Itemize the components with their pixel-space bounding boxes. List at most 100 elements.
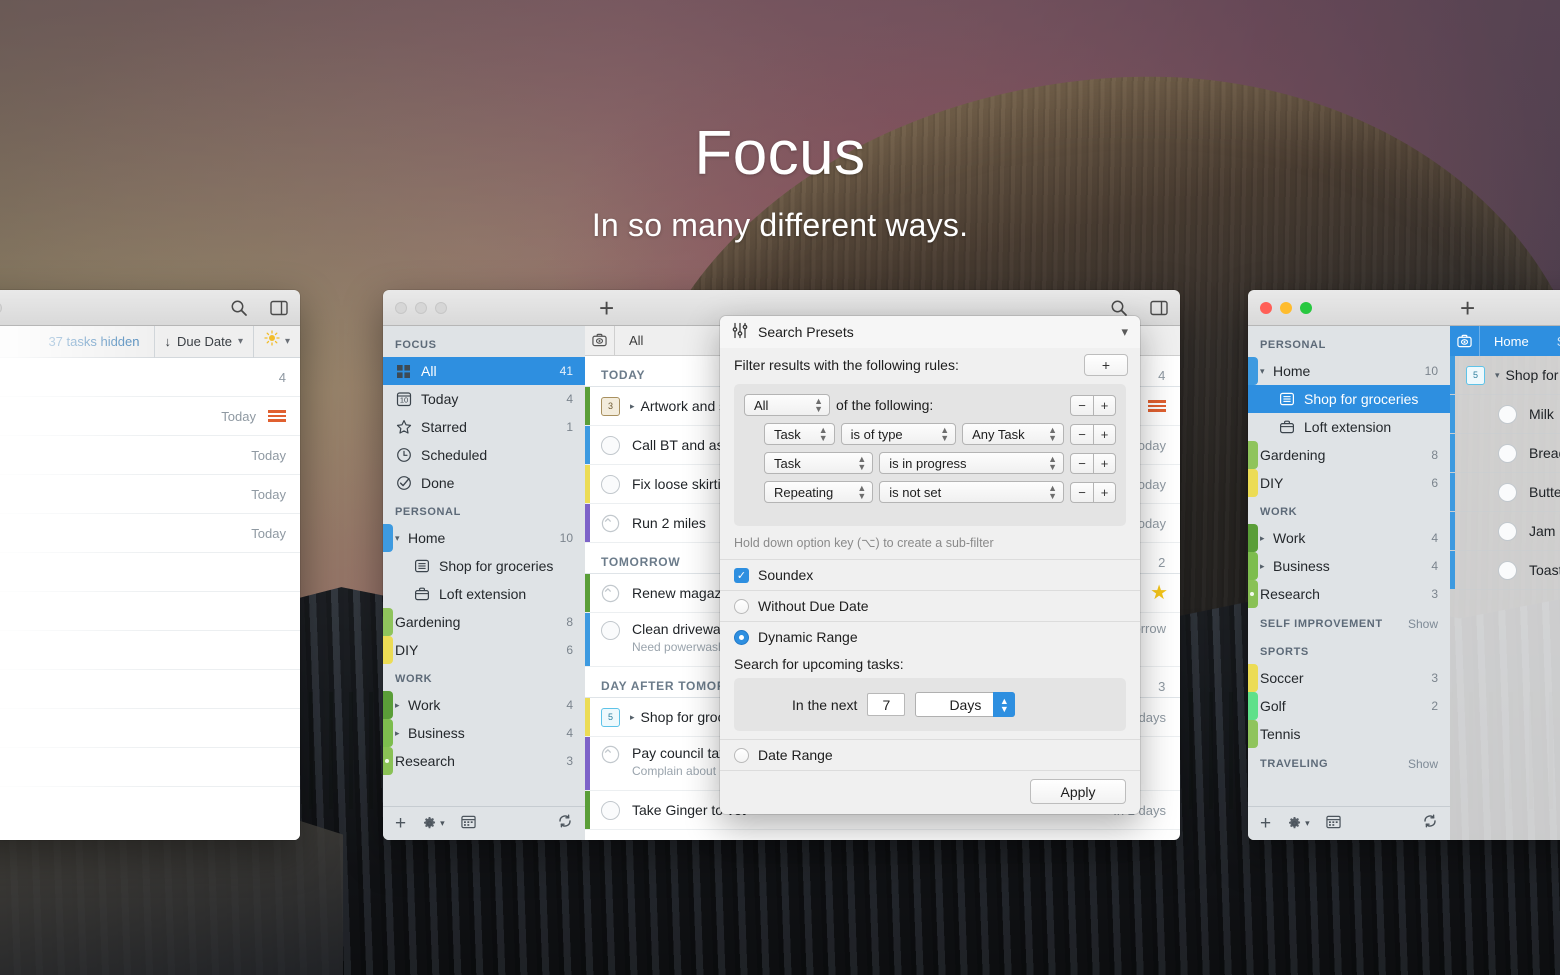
option-soundex[interactable]: ✓ Soundex: [720, 559, 1140, 590]
unit-stepper[interactable]: ▲▼: [993, 692, 1015, 717]
tab-home[interactable]: Home: [1480, 326, 1543, 356]
task-checkbox[interactable]: [1498, 405, 1517, 424]
task-checkbox[interactable]: [1498, 483, 1517, 502]
perspective-icon[interactable]: [1450, 326, 1480, 356]
match-rule-row[interactable]: All ▲▼ of the following: − +: [744, 394, 1116, 416]
rule-field-select[interactable]: Repeating▲▼: [764, 481, 873, 503]
sidebar-section-show-button[interactable]: Show: [1408, 617, 1438, 631]
task-row[interactable]: Today: [0, 475, 300, 514]
sidebar-item-scheduled[interactable]: Scheduled: [383, 441, 585, 469]
tab-shop[interactable]: Sh: [1543, 326, 1560, 356]
sidebar-item-today[interactable]: 10Today4: [383, 385, 585, 413]
date-range-radio[interactable]: [734, 748, 749, 763]
sidebar-item-research[interactable]: Research3: [1248, 580, 1450, 608]
sort-control[interactable]: ↓ Due Date ▾: [155, 326, 254, 358]
tab-all[interactable]: All: [615, 326, 657, 355]
add-rule-button[interactable]: +: [1093, 453, 1116, 474]
task-checkbox[interactable]: [601, 475, 620, 494]
close-button[interactable]: [395, 302, 407, 314]
task-row[interactable]: [0, 592, 300, 631]
sync-icon[interactable]: [557, 813, 573, 834]
task-row[interactable]: [0, 553, 300, 592]
search-icon[interactable]: [230, 299, 248, 317]
repeat-icon[interactable]: [601, 584, 620, 603]
close-button[interactable]: [1260, 302, 1272, 314]
sidebar-scroll[interactable]: PERSONAL▾Home10Shop for groceriesLoft ex…: [1248, 326, 1450, 806]
add-task-button[interactable]: +: [599, 295, 614, 321]
add-list-button[interactable]: +: [1260, 814, 1271, 833]
task-row[interactable]: Today: [0, 436, 300, 475]
task-row[interactable]: [0, 709, 300, 748]
minimize-button[interactable]: [1280, 302, 1292, 314]
remove-rule-button[interactable]: −: [1070, 482, 1093, 503]
sidebar-item-tennis[interactable]: Tennis: [1248, 720, 1450, 748]
sidebar-item-diy[interactable]: DIY6: [1248, 469, 1450, 497]
sidebar-item-done[interactable]: Done: [383, 469, 585, 497]
task-row[interactable]: [0, 670, 300, 709]
dialog-header[interactable]: Search Presets ▾: [720, 316, 1140, 348]
sidebar-item-business[interactable]: ▸Business4: [1248, 552, 1450, 580]
star-icon[interactable]: ★: [1150, 583, 1168, 603]
option-date-range[interactable]: Date Range: [720, 739, 1140, 770]
sidebar-item-business[interactable]: ▸Business4: [383, 719, 585, 747]
sidebar-item-golf[interactable]: Golf2: [1248, 692, 1450, 720]
rule-add-remove-group[interactable]: − +: [1070, 395, 1116, 416]
add-rule-button[interactable]: +: [1093, 395, 1116, 416]
option-dynamic-range[interactable]: Dynamic Range: [720, 621, 1140, 652]
perspective-tabbar[interactable]: Home Sh: [1450, 326, 1560, 356]
disclosure-triangle-icon[interactable]: ▸: [1260, 533, 1268, 544]
hidden-tasks-label[interactable]: 37 tasks hidden: [34, 326, 154, 358]
rule-operator-select[interactable]: is in progress▲▼: [879, 452, 1064, 474]
add-list-button[interactable]: +: [395, 814, 406, 833]
task-row[interactable]: Today: [0, 514, 300, 553]
task-row[interactable]: Jam: [1450, 512, 1560, 551]
task-row-parent[interactable]: 5▾Shop for groceries: [1450, 356, 1560, 395]
disclosure-triangle-icon[interactable]: ▸: [630, 401, 635, 412]
appearance-control[interactable]: ▾: [254, 326, 300, 358]
disclosure-triangle-icon[interactable]: ▸: [630, 712, 635, 723]
sidebar-item-loft-extension[interactable]: Loft extension: [383, 580, 585, 608]
sidebar-item-shop-for-groceries[interactable]: Shop for groceries: [383, 552, 585, 580]
sidebar-item-home[interactable]: ▾Home10: [383, 524, 585, 552]
window-center-traffic-lights[interactable]: [395, 302, 447, 314]
soundex-checkbox[interactable]: ✓: [734, 568, 749, 583]
rule-add-remove-group[interactable]: −+: [1070, 482, 1116, 503]
calendar-icon[interactable]: [461, 814, 476, 834]
sidebar-scroll[interactable]: FOCUSAll4110Today4Starred1ScheduledDoneP…: [383, 326, 585, 806]
sidebar-item-all[interactable]: All41: [383, 357, 585, 385]
add-rule-group-button[interactable]: +: [1084, 354, 1128, 376]
disclosure-triangle-icon[interactable]: ▸: [395, 728, 403, 739]
toggle-sidebar-icon[interactable]: [1150, 300, 1168, 316]
sidebar-item-research[interactable]: Research3: [383, 747, 585, 775]
window-left[interactable]: 37 tasks hidden ↓ Due Date ▾ ▾ 4TodayTod…: [0, 290, 300, 840]
add-rule-button[interactable]: +: [1093, 482, 1116, 503]
task-checkbox[interactable]: [601, 801, 620, 820]
filter-rule-row[interactable]: Repeating▲▼is not set▲▼−+: [744, 481, 1116, 503]
priority-flag-icon[interactable]: [1148, 400, 1166, 412]
rule-operator-select[interactable]: is of type▲▼: [841, 423, 957, 445]
option-without-due-date[interactable]: Without Due Date: [720, 590, 1140, 621]
sidebar-item-gardening[interactable]: Gardening8: [383, 608, 585, 636]
task-checkbox[interactable]: [1498, 561, 1517, 580]
disclosure-triangle-icon[interactable]: ▾: [1260, 366, 1268, 377]
grocery-list[interactable]: 5▾Shop for groceriesMilkBreadButterJamTo…: [1450, 356, 1560, 840]
window-right-list-pane[interactable]: Home Sh 5▾Shop for groceriesMilkBreadBut…: [1450, 326, 1560, 840]
filter-rule-row[interactable]: Task▲▼is in progress▲▼−+: [744, 452, 1116, 474]
zoom-button[interactable]: [0, 302, 2, 314]
rule-add-remove-group[interactable]: −+: [1070, 453, 1116, 474]
task-row[interactable]: [0, 748, 300, 787]
sidebar-item-gardening[interactable]: Gardening8: [1248, 441, 1450, 469]
rule-add-remove-group[interactable]: −+: [1070, 424, 1116, 445]
rule-rows[interactable]: Task▲▼is of type▲▼Any Task▲▼−+Task▲▼is i…: [744, 423, 1116, 503]
disclosure-triangle-icon[interactable]: ▸: [1260, 561, 1268, 572]
sidebar-item-diy[interactable]: DIY6: [383, 636, 585, 664]
remove-rule-button[interactable]: −: [1070, 424, 1093, 445]
toggle-sidebar-icon[interactable]: [270, 300, 288, 316]
sidebar-item-soccer[interactable]: Soccer3: [1248, 664, 1450, 692]
repeat-icon[interactable]: [601, 745, 620, 764]
dynamic-range-radio[interactable]: [734, 630, 749, 645]
disclosure-triangle-icon[interactable]: ▾: [395, 533, 403, 544]
minimize-button[interactable]: [415, 302, 427, 314]
unit-select[interactable]: Days ▲▼: [915, 692, 1015, 717]
window-left-traffic-lights[interactable]: [0, 302, 2, 314]
